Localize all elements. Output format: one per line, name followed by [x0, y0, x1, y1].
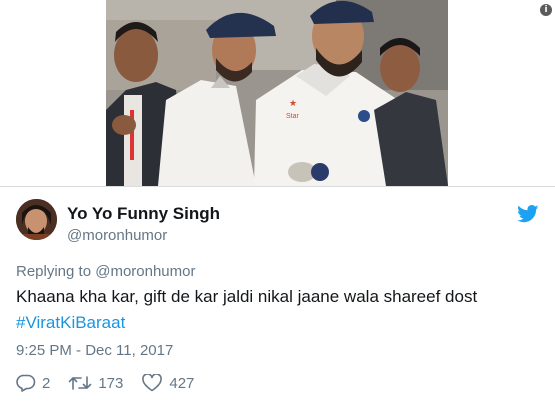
avatar[interactable] — [16, 199, 57, 240]
like-button[interactable]: 427 — [141, 374, 194, 392]
user-handle[interactable]: @moronhumor — [67, 227, 167, 244]
info-icon[interactable]: i — [540, 4, 552, 16]
cricket-photo: ★ Star — [106, 0, 448, 186]
retweet-icon — [69, 376, 92, 390]
retweet-button[interactable]: 173 — [68, 374, 123, 392]
replying-label: Replying to — [16, 263, 92, 280]
hashtag-link[interactable]: #ViratKiBaraat — [16, 313, 125, 333]
twitter-bird-icon[interactable] — [517, 205, 539, 223]
tweet-media: ★ Star i — [0, 0, 555, 186]
tweet-text: Khaana kha kar, gift de kar jaldi nikal … — [16, 287, 478, 306]
replying-handle-link[interactable]: @moronhumor — [95, 263, 195, 280]
svg-text:Star: Star — [286, 113, 300, 120]
replying-to: Replying to @moronhumor — [16, 263, 195, 280]
heart-icon — [142, 374, 163, 392]
retweet-count: 173 — [98, 374, 124, 392]
display-name[interactable]: Yo Yo Funny Singh — [67, 204, 220, 224]
reply-icon — [16, 374, 36, 392]
media-divider — [0, 186, 555, 187]
tweet-photo[interactable]: ★ Star — [106, 0, 448, 186]
tweet-actions: 2 173 427 — [16, 372, 212, 394]
reply-count: 2 — [42, 374, 51, 392]
tweet-timestamp[interactable]: 9:25 PM - Dec 11, 2017 — [16, 342, 173, 359]
like-count: 427 — [169, 374, 195, 392]
avatar-image — [16, 199, 57, 240]
svg-text:★: ★ — [289, 98, 297, 108]
reply-button[interactable]: 2 — [16, 374, 50, 392]
